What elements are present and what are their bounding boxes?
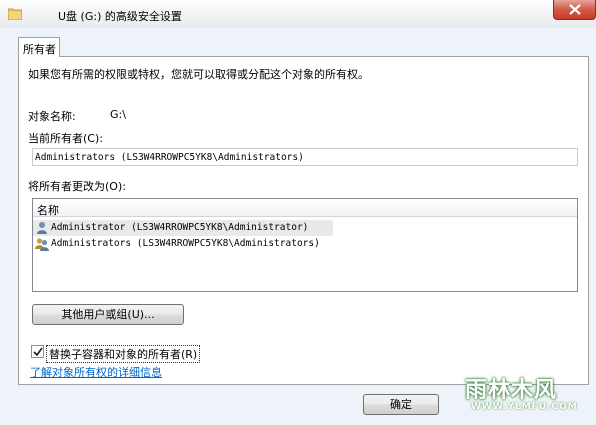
- object-name-label: 对象名称:: [28, 110, 76, 123]
- change-owner-label: 将所有者更改为(O):: [28, 180, 126, 193]
- watermark-text: 雨林木风: [465, 378, 558, 403]
- ok-button[interactable]: 确定: [363, 394, 439, 415]
- other-users-button[interactable]: 其他用户或组(U)...: [32, 304, 184, 325]
- intro-text: 如果您有所需的权限或特权，您就可以取得或分配这个对象的所有权。: [28, 68, 369, 81]
- checkmark-icon: [33, 347, 43, 357]
- title-bar[interactable]: U盘 (G:) 的高级安全设置: [0, 0, 596, 28]
- list-header-label: 名称: [37, 204, 59, 217]
- list-item-label: Administrator (LS3W4RROWPC5YK8\Administr…: [51, 222, 309, 233]
- close-button[interactable]: [553, 0, 596, 20]
- watermark-url: WWW.YLMFU.COM: [471, 402, 578, 412]
- current-owner-field: Administrators (LS3W4RROWPC5YK8\Administ…: [32, 148, 578, 166]
- list-item[interactable]: Administrator (LS3W4RROWPC5YK8\Administr…: [33, 220, 333, 236]
- list-item[interactable]: Administrators (LS3W4RROWPC5YK8\Administ…: [33, 236, 333, 252]
- learn-ownership-link[interactable]: 了解对象所有权的详细信息: [30, 364, 162, 380]
- list-header-name[interactable]: 名称: [33, 199, 577, 217]
- watermark-logo: 雨林木风 WWW.YLMFU.COM: [457, 350, 592, 420]
- current-owner-label: 当前所有者(C):: [28, 132, 103, 145]
- folder-icon: [7, 7, 23, 21]
- owner-listbox[interactable]: 名称 Administrator (LS3W4RROWPC5YK8\Admini…: [32, 198, 578, 292]
- list-item-label: Administrators (LS3W4RROWPC5YK8\Administ…: [51, 238, 320, 249]
- close-icon: [569, 4, 581, 15]
- user-icon: [35, 221, 49, 235]
- security-settings-window: U盘 (G:) 的高级安全设置 所有者 如果您有所需的权限或特权，您就可以取得或…: [0, 0, 596, 425]
- tab-owner[interactable]: 所有者: [18, 37, 60, 57]
- group-icon: [35, 237, 49, 251]
- replace-owner-label[interactable]: 替换子容器和对象的所有者(R): [46, 345, 201, 363]
- object-name-value: G:\: [110, 108, 126, 121]
- replace-owner-checkbox[interactable]: [31, 345, 44, 358]
- window-title: U盘 (G:) 的高级安全设置: [58, 10, 182, 23]
